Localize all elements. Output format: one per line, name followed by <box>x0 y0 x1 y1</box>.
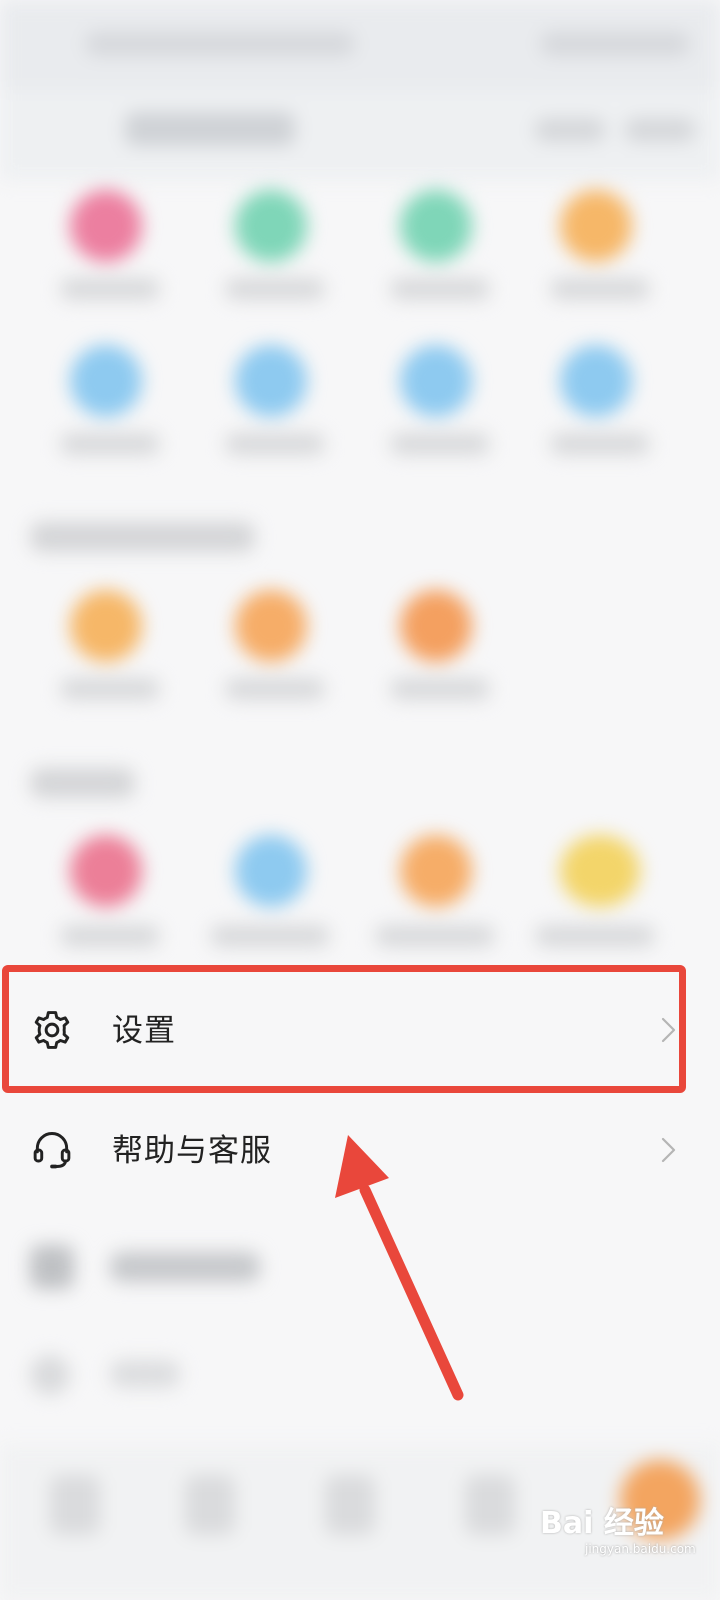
headset-icon <box>33 1132 71 1169</box>
grid-label-blur <box>535 925 655 947</box>
grid-label-blur <box>60 925 160 947</box>
grid-icon[interactable] <box>70 835 142 907</box>
grid-icon[interactable] <box>560 345 632 417</box>
nav-item-blur[interactable] <box>465 1475 515 1535</box>
grid-icon[interactable] <box>235 590 307 662</box>
section-heading-blur <box>30 768 135 798</box>
menu-icon-blur <box>30 1355 70 1395</box>
grid-label-blur <box>60 278 160 300</box>
chevron-right-icon <box>661 1137 676 1163</box>
section-heading-blur <box>30 522 255 552</box>
header-action-blur[interactable] <box>625 118 695 142</box>
status-icons-blur <box>540 32 690 56</box>
grid-icon[interactable] <box>400 590 472 662</box>
chevron-right-icon <box>661 1017 676 1043</box>
grid-icon[interactable] <box>70 190 142 262</box>
grid-label-blur <box>390 278 490 300</box>
status-bar <box>0 0 720 90</box>
grid-icon[interactable] <box>400 345 472 417</box>
menu-icon-blur <box>30 1245 74 1289</box>
grid-label-blur <box>390 678 490 700</box>
grid-label-blur <box>60 678 160 700</box>
grid-icon[interactable] <box>560 835 640 907</box>
grid-label-blur <box>225 278 325 300</box>
help-service-row[interactable]: 帮助与客服 <box>0 1095 720 1205</box>
grid-icon[interactable] <box>400 190 472 262</box>
grid-icon[interactable] <box>235 835 307 907</box>
header-title-blur <box>125 112 295 146</box>
blurred-background-top <box>0 0 720 960</box>
grid-label-blur <box>390 433 490 455</box>
settings-row[interactable]: 设置 <box>0 975 720 1085</box>
grid-label-blur <box>550 278 650 300</box>
settings-label: 设置 <box>112 1013 176 1049</box>
menu-label-blur[interactable] <box>110 1252 260 1282</box>
nav-item-blur[interactable] <box>185 1475 235 1535</box>
grid-icon[interactable] <box>235 345 307 417</box>
grid-label-blur <box>550 433 650 455</box>
grid-label-blur <box>375 925 495 947</box>
baidu-watermark: Bai 经验 <box>540 1506 664 1541</box>
help-service-label: 帮助与客服 <box>112 1133 272 1169</box>
grid-label-blur <box>225 433 325 455</box>
status-info-blur <box>85 32 355 56</box>
grid-icon[interactable] <box>70 345 142 417</box>
grid-icon[interactable] <box>235 190 307 262</box>
nav-item-blur[interactable] <box>50 1475 100 1535</box>
header-action-blur[interactable] <box>535 118 605 142</box>
baidu-watermark-url: jingyan.baidu.com <box>585 1542 696 1556</box>
header-bar <box>0 90 720 180</box>
grid-icon[interactable] <box>560 190 632 262</box>
grid-label-blur <box>210 925 330 947</box>
grid-label-blur <box>60 433 160 455</box>
nav-item-blur[interactable] <box>325 1475 375 1535</box>
grid-label-blur <box>225 678 325 700</box>
grid-icon[interactable] <box>400 835 472 907</box>
grid-icon[interactable] <box>70 590 142 662</box>
menu-label-blur[interactable] <box>110 1360 180 1388</box>
gear-icon <box>34 1011 70 1049</box>
